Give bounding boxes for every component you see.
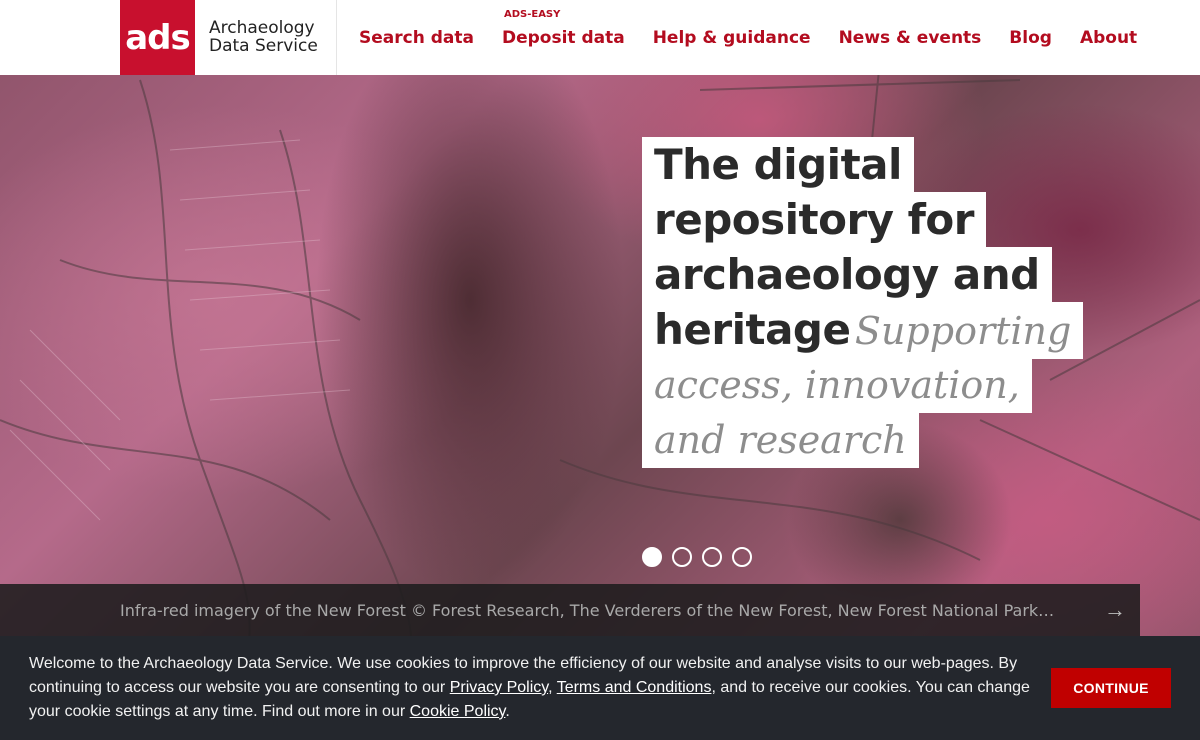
tagline-line-3: and research (642, 412, 919, 468)
nav-search-data[interactable]: Search data (359, 28, 474, 48)
carousel-dot-3[interactable] (702, 547, 722, 567)
nav-label: News & events (838, 27, 982, 48)
image-caption-bar: Infra-red imagery of the New Forest © Fo… (0, 584, 1140, 636)
site-header: ads Archaeology Data Service Search data… (0, 0, 1200, 75)
cookie-policy-link[interactable]: Cookie Policy (410, 703, 506, 720)
nav-label: About (1079, 27, 1138, 48)
carousel-dot-4[interactable] (732, 547, 752, 567)
nav-label: Help & guidance (652, 27, 811, 48)
privacy-policy-link[interactable]: Privacy Policy (450, 679, 548, 696)
terms-conditions-link[interactable]: Terms and Conditions (557, 679, 712, 696)
logo-wordmark[interactable]: Archaeology Data Service (209, 19, 334, 55)
nav-news-events[interactable]: News & events (839, 28, 982, 48)
tagline-line-2: access, innovation, (642, 357, 1032, 413)
nav-deposit-data[interactable]: ADS-EASY Deposit data (501, 9, 625, 48)
cookie-sep: , (548, 679, 557, 696)
main-nav: Search data ADS-EASY Deposit data Help & … (359, 0, 1165, 75)
carousel-dot-2[interactable] (672, 547, 692, 567)
nav-badge-ads-easy: ADS-EASY (503, 8, 561, 20)
headline-line-4: heritage Supporting (642, 302, 1084, 359)
headline-line-3: archaeology and (642, 247, 1052, 303)
headline-heritage: heritage (654, 305, 851, 354)
cookie-text-3: . (505, 703, 510, 720)
hero-headline: The digital repository for archaeology a… (642, 137, 1102, 468)
nav-label: Deposit data (501, 27, 625, 48)
cookie-message: Welcome to the Archaeology Data Service.… (29, 652, 1039, 724)
nav-help-guidance[interactable]: Help & guidance (653, 28, 811, 48)
continue-button[interactable]: CONTINUE (1051, 668, 1171, 708)
cookie-banner: Welcome to the Archaeology Data Service.… (0, 636, 1200, 740)
nav-label: Search data (359, 27, 474, 48)
nav-blog[interactable]: Blog (1009, 28, 1052, 48)
nav-label: Blog (1009, 27, 1052, 48)
logo-line-2: Data Service (209, 36, 318, 56)
header-divider (336, 0, 337, 75)
carousel-dots (642, 547, 762, 567)
carousel-dot-1[interactable] (642, 547, 662, 567)
arrow-right-icon[interactable]: → (1104, 597, 1126, 623)
logo-line-1: Archaeology (209, 18, 315, 38)
ads-logo[interactable]: ads (120, 0, 195, 75)
image-caption: Infra-red imagery of the New Forest © Fo… (120, 601, 1055, 620)
nav-about[interactable]: About (1080, 28, 1137, 48)
headline-line-1: The digital (642, 137, 914, 193)
headline-line-2: repository for (642, 192, 986, 248)
logo-mark: ads (125, 17, 191, 58)
tagline-supporting: Supporting (854, 309, 1072, 353)
